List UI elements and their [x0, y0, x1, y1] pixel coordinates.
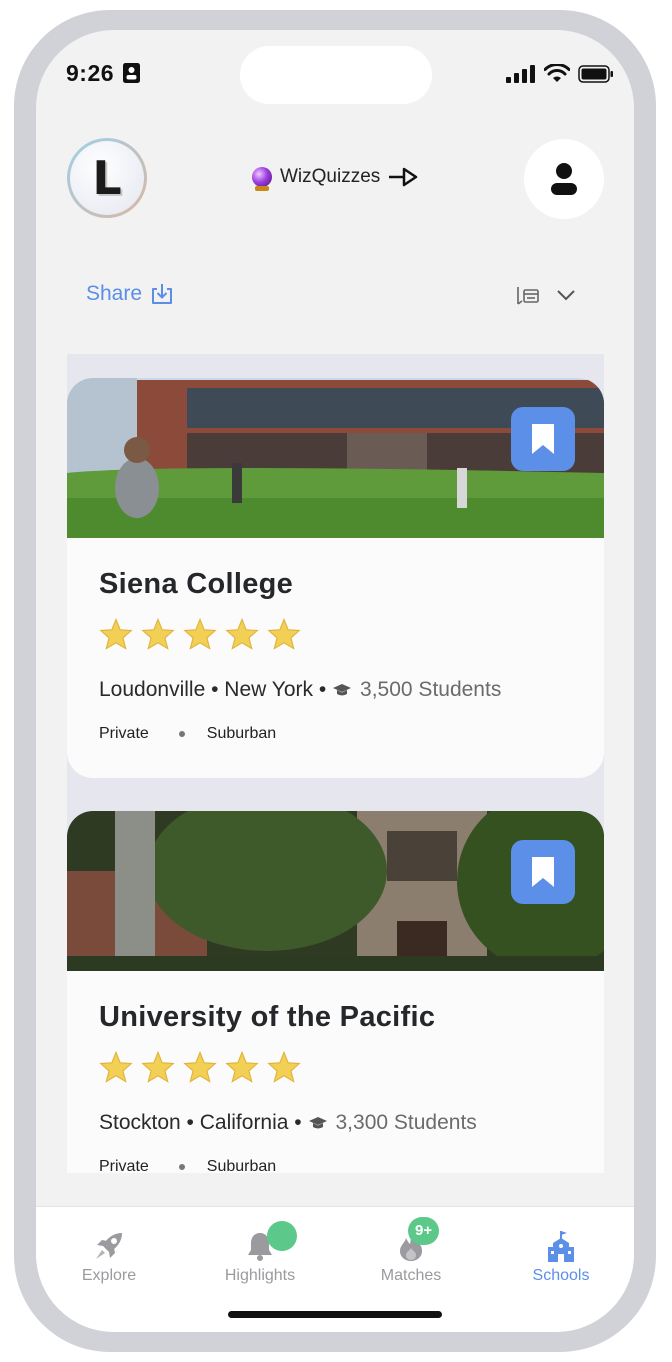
- signal-icon: [506, 65, 535, 83]
- tab-matches-label: Matches: [380, 1267, 442, 1284]
- wifi-icon: [544, 64, 570, 82]
- graduation-cap-icon: [308, 1117, 327, 1129]
- tab-schools-icon-wrap: [506, 1229, 616, 1263]
- share-label: Share: [86, 282, 143, 305]
- star-icon: [225, 1051, 259, 1083]
- school-list[interactable]: Siena College Loudonville • New York • 3…: [67, 354, 604, 1173]
- star-icon: [225, 618, 259, 650]
- star-icon: [141, 618, 175, 650]
- school-students: 3,500 Students: [360, 678, 502, 701]
- school-city: Loudonville: [99, 678, 206, 701]
- arrow-right-icon: [389, 167, 418, 187]
- sort-dropdown[interactable]: [516, 285, 576, 305]
- tag-separator: [178, 731, 185, 737]
- school-location: Stockton • California • 3,300 Students: [99, 1111, 477, 1135]
- matches-badge: 9+: [408, 1217, 440, 1245]
- school-card[interactable]: University of the Pacific Stockton • Cal…: [67, 811, 604, 1173]
- phone-screen: 9:26 L WizQuizzes Share Siena College Lo…: [36, 30, 634, 1332]
- star-icon: [99, 1051, 133, 1083]
- tab-schools-label: Schools: [532, 1267, 590, 1284]
- school-type: Private: [99, 725, 149, 742]
- dynamic-island: [240, 46, 432, 104]
- tab-explore-icon-wrap: [54, 1229, 164, 1263]
- school-name: Siena College: [99, 568, 294, 600]
- school-type: Private: [99, 1158, 149, 1173]
- logo-letter: L: [92, 151, 122, 205]
- bookmark-button[interactable]: [511, 407, 575, 471]
- profile-button[interactable]: [524, 139, 604, 219]
- tag-separator: [178, 1164, 185, 1170]
- separator-dot: •: [313, 678, 333, 701]
- sort-icon: [517, 287, 539, 305]
- tab-matches-icon-wrap: 9+: [356, 1217, 466, 1263]
- school-city: Stockton: [99, 1111, 181, 1134]
- star-icon: [183, 618, 217, 650]
- school-location: Loudonville • New York • 3,500 Students: [99, 678, 501, 702]
- tab-highlights-label: Highlights: [224, 1267, 296, 1284]
- tab-matches[interactable]: 9+ Matches: [356, 1217, 466, 1285]
- bookmark-icon: [532, 857, 554, 887]
- school-state: New York: [224, 678, 314, 701]
- school-setting: Suburban: [206, 725, 277, 742]
- tab-explore[interactable]: Explore: [54, 1229, 164, 1285]
- star-icon: [99, 618, 133, 650]
- download-icon: [152, 284, 173, 304]
- id-card-icon: [123, 63, 140, 83]
- star-rating: [99, 618, 301, 650]
- chevron-down-icon: [557, 290, 575, 301]
- graduation-cap-icon: [333, 684, 352, 696]
- school-tags: Private Suburban: [99, 725, 276, 743]
- tab-highlights[interactable]: Highlights: [205, 1221, 315, 1285]
- status-time: 9:26: [66, 60, 115, 86]
- bookmark-icon: [532, 424, 554, 454]
- star-rating: [99, 1051, 301, 1083]
- rocket-icon: [96, 1233, 122, 1259]
- separator-dot: •: [205, 678, 225, 701]
- school-name: University of the Pacific: [99, 1001, 436, 1033]
- school-state: California: [199, 1111, 289, 1134]
- separator-dot: •: [180, 1111, 200, 1134]
- notification-dot: [267, 1221, 297, 1251]
- person-icon: [551, 163, 577, 195]
- star-icon: [267, 618, 301, 650]
- school-icon: [548, 1231, 574, 1262]
- status-indicators: [506, 64, 614, 84]
- home-indicator[interactable]: [228, 1311, 442, 1318]
- app-logo[interactable]: L: [67, 138, 147, 218]
- separator-dot: •: [288, 1111, 308, 1134]
- school-card[interactable]: Siena College Loudonville • New York • 3…: [67, 378, 604, 778]
- tab-schools[interactable]: Schools: [506, 1229, 616, 1285]
- school-students: 3,300 Students: [335, 1111, 477, 1134]
- tab-highlights-icon-wrap: [205, 1221, 315, 1263]
- wizquizzes-label: WizQuizzes: [280, 166, 381, 187]
- star-icon: [183, 1051, 217, 1083]
- tab-explore-label: Explore: [81, 1267, 137, 1284]
- star-icon: [267, 1051, 301, 1083]
- star-icon: [141, 1051, 175, 1083]
- school-setting: Suburban: [206, 1158, 277, 1173]
- school-tags: Private Suburban: [99, 1158, 276, 1173]
- battery-icon: [578, 65, 613, 83]
- bookmark-button[interactable]: [511, 840, 575, 904]
- wizquizzes-link[interactable]: WizQuizzes: [252, 166, 418, 191]
- logo-badge: L: [70, 141, 144, 215]
- share-button[interactable]: Share: [86, 282, 174, 306]
- crystal-ball-icon: [252, 167, 272, 191]
